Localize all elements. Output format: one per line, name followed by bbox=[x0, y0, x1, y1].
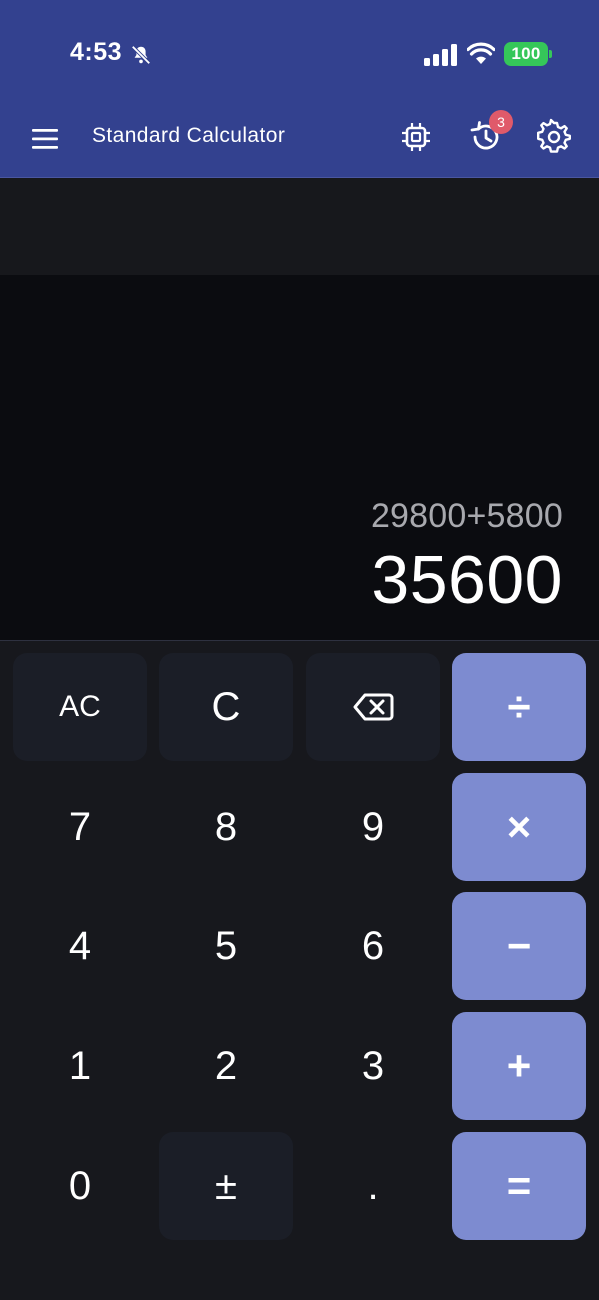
all-clear-button[interactable]: AC bbox=[13, 653, 147, 761]
backspace-button[interactable] bbox=[306, 653, 440, 761]
digit-7-button[interactable]: 7 bbox=[13, 773, 147, 881]
gear-icon[interactable] bbox=[535, 118, 573, 156]
digit-2-button[interactable]: 2 bbox=[159, 1012, 293, 1120]
digit-9-button[interactable]: 9 bbox=[306, 773, 440, 881]
backspace-icon bbox=[353, 693, 394, 721]
minus-button[interactable]: − bbox=[452, 892, 586, 1000]
status-time: 4:53 bbox=[70, 38, 123, 66]
calculator-app: 4:53 100 Standard Calculator 3 29800+580… bbox=[0, 0, 599, 1300]
plus-button[interactable]: + bbox=[452, 1012, 586, 1120]
menu-icon[interactable] bbox=[28, 122, 64, 156]
keypad: AC C ÷ 7 8 9 × 4 5 6 − 1 2 3 + 0 ± . = bbox=[0, 641, 599, 1300]
battery-tip bbox=[549, 50, 552, 58]
cellular-signal-icon bbox=[424, 44, 457, 66]
digit-4-button[interactable]: 4 bbox=[13, 892, 147, 1000]
wifi-icon bbox=[467, 42, 495, 64]
decimal-button[interactable]: . bbox=[306, 1132, 440, 1240]
divide-button[interactable]: ÷ bbox=[452, 653, 586, 761]
display-top-strip bbox=[0, 179, 599, 275]
chip-icon[interactable] bbox=[398, 118, 434, 156]
battery-indicator: 100 bbox=[504, 42, 548, 66]
digit-6-button[interactable]: 6 bbox=[306, 892, 440, 1000]
multiply-button[interactable]: × bbox=[452, 773, 586, 881]
history-badge: 3 bbox=[489, 110, 513, 134]
equals-button[interactable]: = bbox=[452, 1132, 586, 1240]
page-title: Standard Calculator bbox=[92, 124, 286, 147]
expression-text: 29800+5800 bbox=[370, 497, 563, 535]
app-bar: Standard Calculator 3 bbox=[0, 100, 599, 178]
digit-1-button[interactable]: 1 bbox=[13, 1012, 147, 1120]
calculator-display: 29800+5800 35600 bbox=[0, 275, 599, 641]
digit-0-button[interactable]: 0 bbox=[13, 1132, 147, 1240]
digit-5-button[interactable]: 5 bbox=[159, 892, 293, 1000]
digit-8-button[interactable]: 8 bbox=[159, 773, 293, 881]
plus-minus-button[interactable]: ± bbox=[159, 1132, 293, 1240]
result-text: 35600 bbox=[371, 542, 563, 618]
digit-3-button[interactable]: 3 bbox=[306, 1012, 440, 1120]
status-bar: 4:53 100 bbox=[0, 0, 599, 100]
header: 4:53 100 Standard Calculator 3 bbox=[0, 0, 599, 178]
bell-off-icon bbox=[131, 45, 151, 65]
clear-button[interactable]: C bbox=[159, 653, 293, 761]
